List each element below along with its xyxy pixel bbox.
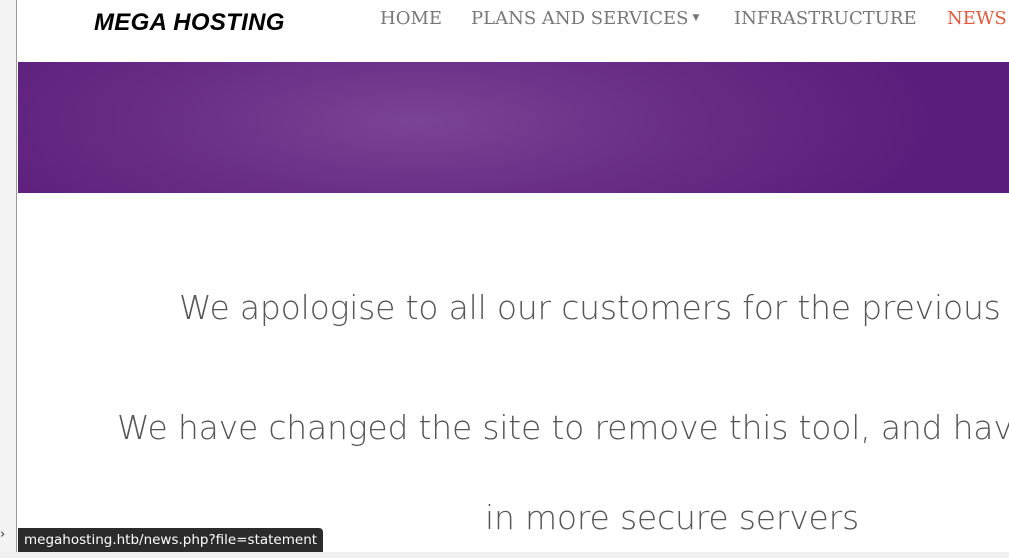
nav-item-infrastructure[interactable]: INFRASTRUCTURE xyxy=(734,7,917,31)
statement-line-1: We apologise to all our customers for th… xyxy=(179,288,1009,327)
statement-line-3: in more secure servers xyxy=(485,498,859,537)
caret-down-icon: ▼ xyxy=(692,13,700,23)
site-logo[interactable]: MEGA HOSTING xyxy=(94,9,285,37)
web-page: MEGA HOSTING HOME PLANS AND SERVICES ▼ IN… xyxy=(18,0,1009,558)
nav-item-label: PLANS AND SERVICES xyxy=(471,8,689,29)
browser-bottom-edge xyxy=(0,552,1009,558)
nav-item-home[interactable]: HOME xyxy=(380,7,442,31)
link-status-bar: megahosting.htb/news.php?file=statement xyxy=(18,528,324,552)
hero-banner xyxy=(18,62,1009,193)
chevron-right-icon[interactable]: › xyxy=(0,528,5,542)
statement-line-2: We have changed the site to remove this … xyxy=(117,408,1009,447)
nav-item-plans-and-services[interactable]: PLANS AND SERVICES ▼ xyxy=(471,7,699,31)
nav-item-news[interactable]: NEWS xyxy=(947,7,1007,31)
browser-sidebar-edge: › xyxy=(0,0,17,558)
navbar: MEGA HOSTING HOME PLANS AND SERVICES ▼ IN… xyxy=(18,0,1009,62)
